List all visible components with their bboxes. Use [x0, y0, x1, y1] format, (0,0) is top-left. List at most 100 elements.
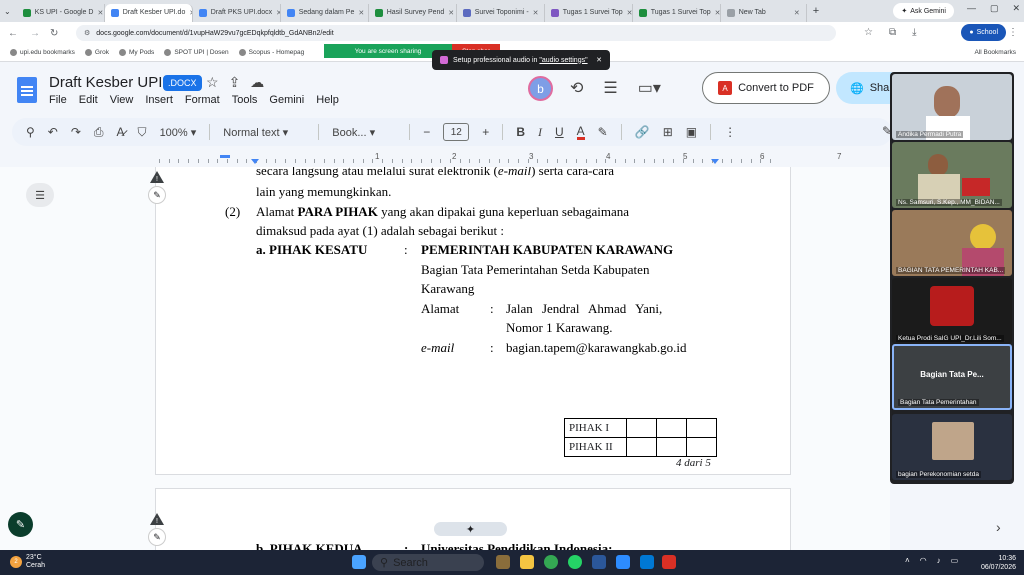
close-tab-icon[interactable]: ✕: [444, 9, 454, 17]
font-select[interactable]: Book... ▾: [332, 126, 396, 139]
outlook-icon[interactable]: [640, 555, 654, 569]
file-explorer-icon[interactable]: [520, 555, 534, 569]
participant-tile[interactable]: bagian Perekonomian setda: [892, 414, 1012, 480]
weather-widget[interactable]: 2 23°C Cerah: [10, 554, 45, 570]
reload-icon[interactable]: ↻: [50, 28, 58, 39]
url-bar[interactable]: ⚙ docs.google.com/document/d/1vupHaW29vu7…: [76, 25, 836, 41]
site-info-icon[interactable]: ⚙: [84, 29, 90, 37]
close-window-icon[interactable]: ✕: [1012, 3, 1020, 14]
browser-tab[interactable]: New Tab ✕: [721, 3, 807, 22]
browser-tab[interactable]: Hasil Survey Pend ✕: [369, 3, 457, 22]
close-tab-icon[interactable]: ✕: [354, 9, 364, 17]
bookmark-item[interactable]: Scopus - Homepag: [238, 49, 304, 56]
menu-view[interactable]: View: [110, 94, 134, 106]
close-tooltip-icon[interactable]: ✕: [596, 56, 602, 64]
chevron-up-icon[interactable]: ˄: [905, 556, 910, 565]
close-tab-icon[interactable]: ✕: [272, 9, 280, 17]
more-options-icon[interactable]: ⋮: [724, 125, 736, 139]
download-icon[interactable]: ⤓: [912, 27, 916, 38]
insert-comment-icon[interactable]: ⊞: [663, 125, 673, 139]
left-indent-marker[interactable]: [251, 159, 259, 164]
start-icon[interactable]: [352, 555, 366, 569]
close-tab-icon[interactable]: ✕: [790, 9, 800, 17]
ask-gemini-button[interactable]: ✦ Ask Gemini: [893, 3, 954, 19]
participant-tile[interactable]: Andika Permadi Putra: [892, 74, 1012, 140]
zoom-select[interactable]: 100% ▾: [160, 126, 197, 139]
paint-format-icon[interactable]: ⛉: [138, 125, 147, 140]
redo-icon[interactable]: ↷: [71, 125, 81, 139]
gemini-sparkle-icon[interactable]: ✦: [434, 522, 507, 536]
tab-search-icon[interactable]: ⌄: [4, 7, 11, 16]
close-tab-icon[interactable]: ✕: [185, 9, 191, 17]
menu-format[interactable]: Format: [185, 94, 220, 106]
browser-tab[interactable]: Draft Kesber UPI.do✕: [104, 3, 193, 22]
audio-settings-link[interactable]: "audio settings": [539, 57, 587, 64]
wifi-icon[interactable]: ◠: [920, 556, 927, 565]
browser-tab[interactable]: Tugas 1 Survei Top ✕: [633, 3, 721, 22]
word-icon[interactable]: [592, 555, 606, 569]
menu-help[interactable]: Help: [316, 94, 339, 106]
browser-tab[interactable]: Tugas 1 Survei Top ✕: [545, 3, 633, 22]
version-history-icon[interactable]: ⟲: [570, 78, 583, 98]
browser-menu-icon[interactable]: ⋮: [1008, 27, 1018, 38]
bold-icon[interactable]: B: [516, 125, 525, 139]
increase-font-icon[interactable]: +: [482, 125, 489, 139]
profile-school-button[interactable]: ● School: [961, 24, 1006, 41]
document-outline-icon[interactable]: ☰: [26, 183, 54, 207]
comments-icon[interactable]: ☰: [603, 78, 617, 98]
extensions-icon[interactable]: ⧉: [889, 27, 896, 38]
document-page-2[interactable]: b. PIHAK KEDUA : Universitas Pendidikan …: [155, 488, 791, 550]
add-comment-icon[interactable]: ✎: [148, 186, 166, 204]
text-color-icon[interactable]: A: [576, 125, 585, 140]
menu-gemini[interactable]: Gemini: [269, 94, 304, 106]
bookmark-item[interactable]: SPOT UPI | Dosen: [164, 49, 229, 56]
docs-logo-icon[interactable]: [17, 77, 37, 103]
back-icon[interactable]: ←: [8, 28, 18, 39]
close-tab-icon[interactable]: ✕: [711, 9, 720, 17]
document-canvas[interactable]: secara langsung atau melalui surat elekt…: [0, 167, 890, 550]
user-avatar[interactable]: b: [528, 76, 553, 101]
highlight-icon[interactable]: ✎: [598, 125, 608, 139]
forward-icon[interactable]: →: [30, 28, 40, 39]
menu-file[interactable]: File: [49, 94, 67, 106]
search-menus-icon[interactable]: ⚲: [26, 125, 35, 139]
print-icon[interactable]: ⎙: [94, 125, 104, 140]
minimize-icon[interactable]: —: [967, 3, 976, 14]
participant-tile[interactable]: Ns. Samsuri, S.Kep., MM_BIDAN...: [892, 142, 1012, 208]
browser-tab[interactable]: Survei Toponimi - ✕: [457, 3, 545, 22]
convert-to-pdf-button[interactable]: A Convert to PDF: [702, 72, 830, 104]
all-bookmarks[interactable]: All Bookmarks: [974, 49, 1016, 56]
decrease-font-icon[interactable]: −: [423, 125, 430, 139]
zoom-icon[interactable]: [616, 555, 630, 569]
add-comment-icon[interactable]: ✎: [148, 528, 166, 546]
maximize-icon[interactable]: ▢: [990, 3, 999, 14]
font-size-input[interactable]: 12: [443, 123, 470, 141]
acrobat-icon[interactable]: [662, 555, 676, 569]
underline-icon[interactable]: U: [555, 125, 564, 139]
bookmark-item[interactable]: upi.edu bookmarks: [10, 49, 75, 56]
star-icon[interactable]: ☆: [206, 74, 219, 91]
menu-tools[interactable]: Tools: [232, 94, 258, 106]
insert-link-icon[interactable]: 🔗: [635, 125, 650, 139]
menu-edit[interactable]: Edit: [79, 94, 98, 106]
browser-tab[interactable]: KS UPI - Google D ✕: [17, 3, 105, 22]
participant-tile[interactable]: BAGIAN TATA PEMERINTAH KAB...: [892, 210, 1012, 276]
volume-icon[interactable]: ♪: [937, 556, 941, 565]
whatsapp-icon[interactable]: [568, 555, 582, 569]
insert-image-icon[interactable]: ▣: [686, 125, 697, 139]
menu-insert[interactable]: Insert: [145, 94, 173, 106]
system-clock[interactable]: 10:36 06/07/2026: [981, 554, 1016, 572]
close-tab-icon[interactable]: ✕: [623, 9, 632, 17]
document-title[interactable]: Draft Kesber UPI: [49, 74, 162, 91]
close-tab-icon[interactable]: ✕: [529, 9, 539, 17]
taskbar-search[interactable]: ⚲ Search: [372, 554, 484, 571]
move-folder-icon[interactable]: ⇪: [229, 74, 241, 91]
right-indent-marker[interactable]: [711, 159, 719, 164]
participant-tile-active[interactable]: Bagian Tata Pe... Bagian Tata Pemerintah…: [892, 344, 1012, 410]
spellcheck-icon[interactable]: A̷: [117, 125, 125, 139]
edit-mode-icon[interactable]: ✎: [8, 512, 33, 537]
first-line-indent-marker[interactable]: [220, 155, 230, 158]
task-view-icon[interactable]: [496, 555, 510, 569]
style-select[interactable]: Normal text ▾: [223, 126, 305, 139]
chevron-right-icon[interactable]: ›: [996, 519, 1001, 535]
